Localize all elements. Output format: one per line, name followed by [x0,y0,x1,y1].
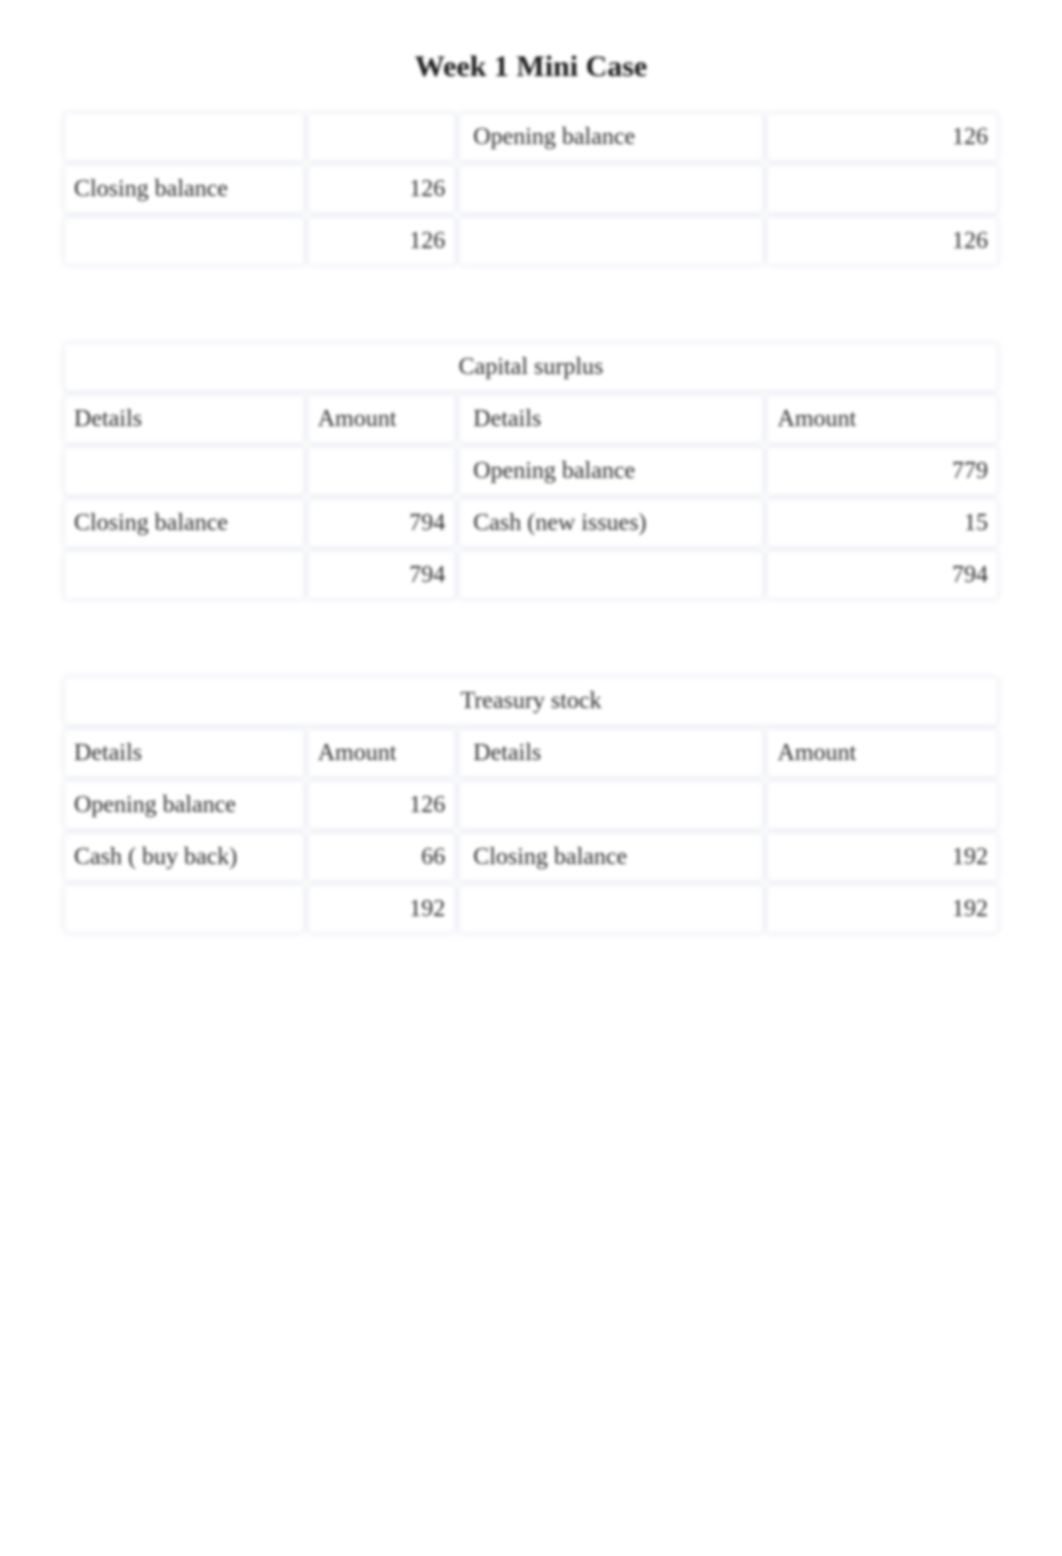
cell [64,885,304,933]
table-title-row: Capital surplus [64,343,998,391]
table-heading: Capital surplus [64,343,998,391]
cell: 779 [767,447,998,495]
cell: 794 [308,551,456,599]
cell: Opening balance [459,113,763,161]
cell: Opening balance [459,447,763,495]
cell: 794 [767,551,998,599]
cell: 192 [767,885,998,933]
header-cell: Amount [308,729,456,777]
cell: 126 [767,217,998,265]
cell [459,781,763,829]
cell: Closing balance [459,833,763,881]
cell: Cash (new issues) [459,499,763,547]
cell: 126 [308,165,456,213]
cell [308,447,456,495]
table-row: Opening balance 779 [64,447,998,495]
cell: Opening balance [64,781,304,829]
cell [767,781,998,829]
cell: 126 [308,781,456,829]
header-cell: Amount [767,395,998,443]
cell: 126 [767,113,998,161]
cell: 15 [767,499,998,547]
cell: 794 [308,499,456,547]
cell [308,113,456,161]
header-cell: Details [459,729,763,777]
cell [64,217,304,265]
cell: Cash ( buy back) [64,833,304,881]
table-row: 192 192 [64,885,998,933]
t-account-table-1: Opening balance 126 Closing balance 126 … [60,109,1002,269]
cell [64,447,304,495]
cell: 126 [308,217,456,265]
header-cell: Amount [767,729,998,777]
table-row: Opening balance 126 [64,113,998,161]
header-cell: Details [64,729,304,777]
table-row: Closing balance 794 Cash (new issues) 15 [64,499,998,547]
table-heading: Treasury stock [64,677,998,725]
cell [459,217,763,265]
cell [767,165,998,213]
cell [64,113,304,161]
cell [459,551,763,599]
cell: 192 [308,885,456,933]
page-title: Week 1 Mini Case [60,50,1002,84]
cell: Closing balance [64,165,304,213]
cell: Closing balance [64,499,304,547]
header-cell: Details [459,395,763,443]
t-account-table-capital-surplus: Capital surplus Details Amount Details A… [60,339,1002,603]
header-cell: Amount [308,395,456,443]
cell: 66 [308,833,456,881]
table-row: Opening balance 126 [64,781,998,829]
table-row: Closing balance 126 [64,165,998,213]
table-row: Cash ( buy back) 66 Closing balance 192 [64,833,998,881]
table-header-row: Details Amount Details Amount [64,395,998,443]
table-header-row: Details Amount Details Amount [64,729,998,777]
table-row: 126 126 [64,217,998,265]
t-account-table-treasury-stock: Treasury stock Details Amount Details Am… [60,673,1002,937]
cell [459,885,763,933]
cell [64,551,304,599]
header-cell: Details [64,395,304,443]
cell [459,165,763,213]
cell: 192 [767,833,998,881]
table-title-row: Treasury stock [64,677,998,725]
table-row: 794 794 [64,551,998,599]
